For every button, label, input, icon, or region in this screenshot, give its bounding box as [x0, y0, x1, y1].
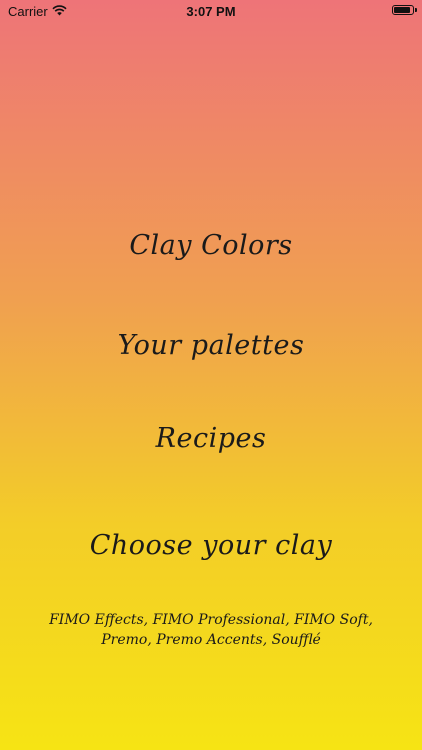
clay-colors-button[interactable]: Clay Colors	[0, 230, 422, 261]
choose-clay-button[interactable]: Choose your clay	[0, 530, 422, 561]
status-right	[392, 5, 417, 15]
clay-brands-list: FIMO Effects, FIMO Professional, FIMO So…	[30, 610, 392, 650]
status-time: 3:07 PM	[186, 4, 236, 19]
your-palettes-button[interactable]: Your palettes	[0, 330, 422, 361]
battery-level	[394, 7, 410, 13]
recipes-button[interactable]: Recipes	[0, 423, 422, 454]
clay-brands-line-2: Premo, Premo Accents, Soufflé	[101, 632, 321, 648]
clay-brands-line-1: FIMO Effects, FIMO Professional, FIMO So…	[49, 612, 373, 628]
status-bar: Carrier 3:07 PM	[0, 0, 422, 24]
battery-icon	[392, 5, 417, 15]
